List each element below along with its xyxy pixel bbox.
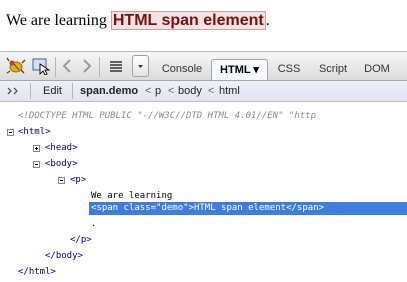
expand-toggle-icon[interactable] (33, 145, 40, 152)
firebug-icon[interactable] (6, 57, 26, 75)
inspect-icon[interactable] (31, 57, 51, 76)
tab-script[interactable]: Script (312, 59, 354, 80)
breadcrumb-separator: < (208, 85, 215, 97)
selected-node-label: <span class="demo">HTML span element</sp… (91, 203, 324, 213)
breadcrumb-separator: < (168, 85, 175, 97)
toolbar-separator (72, 83, 73, 99)
highlighted-span[interactable]: HTML span element (110, 11, 266, 30)
head-node[interactable]: <head> (45, 142, 78, 154)
html-close-node: </html> (18, 267, 56, 277)
edit-button[interactable]: Edit (43, 85, 62, 97)
chevron-down-icon (138, 65, 143, 68)
body-node[interactable]: <body> (45, 158, 78, 170)
doctype-node[interactable]: <!DOCTYPE HTML PUBLIC "-//W3C//DTD HTML … (18, 110, 316, 122)
html-tree-panel: <!DOCTYPE HTML PUBLIC "-//W3C//DTD HTML … (0, 102, 407, 282)
page-paragraph: We are learning HTML span element. (6, 11, 270, 30)
text-node[interactable]: We are learning (91, 190, 172, 202)
tab-html[interactable]: HTML ▾ (211, 59, 268, 80)
html-node[interactable]: <html> (18, 126, 51, 138)
breadcrumb-item-span[interactable]: span.demo (80, 85, 138, 97)
breadcrumb-item-p[interactable]: p (155, 85, 161, 97)
toolbar-separator (55, 57, 56, 77)
collapse-toggle-icon[interactable] (58, 177, 65, 184)
text-node-period[interactable]: . (91, 218, 96, 230)
menu-icon[interactable] (106, 57, 126, 75)
tab-dom[interactable]: DOM (359, 59, 395, 80)
collapse-toggle-icon[interactable] (7, 129, 14, 136)
dropdown-button[interactable] (132, 55, 149, 77)
breadcrumb-item-html[interactable]: html (219, 85, 240, 97)
toolbar-separator (99, 57, 100, 77)
p-node[interactable]: <p> (70, 174, 86, 186)
tab-console[interactable]: Console (155, 59, 209, 80)
breadcrumb-item-body[interactable]: body (178, 85, 202, 97)
breadcrumb-separator: < (145, 85, 152, 97)
page-text: We are learning (6, 12, 111, 29)
forward-icon[interactable] (80, 57, 94, 75)
back-icon[interactable] (60, 57, 74, 75)
collapse-toggle-icon[interactable] (33, 161, 40, 168)
tab-css[interactable]: CSS (273, 59, 305, 80)
body-close-node: </body> (45, 251, 83, 261)
toolbar-separator (30, 83, 31, 99)
page-text-end: . (265, 12, 270, 29)
selected-span-node[interactable]: <span class="demo">HTML span element</sp… (89, 202, 407, 215)
firebug-toolbar: Console HTML ▾ CSS Script DOM (0, 51, 407, 81)
p-close-node: </p> (70, 235, 92, 245)
collapse-icon[interactable] (6, 85, 22, 98)
breadcrumb-bar: Edit span.demo < p < body < html (0, 81, 407, 102)
